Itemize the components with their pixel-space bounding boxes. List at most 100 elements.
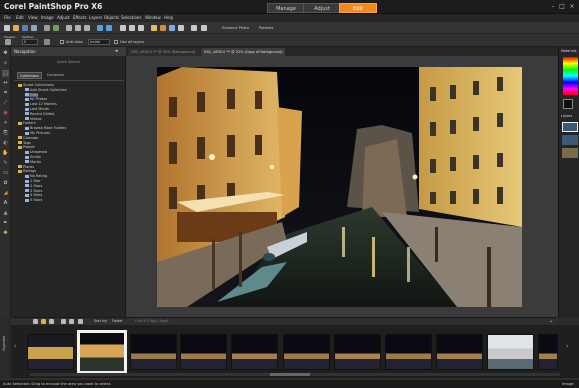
menu-view[interactable]: View bbox=[28, 15, 38, 20]
filter-input[interactable]: Find X-Y-Tags (Tags) bbox=[135, 319, 168, 323]
tree-item[interactable]: 5 Stars bbox=[25, 198, 42, 202]
tab-adjust[interactable]: Adjust bbox=[303, 3, 341, 13]
tree-group[interactable]: Tags bbox=[18, 141, 31, 145]
collapse-icon[interactable]: ◂ bbox=[115, 48, 118, 54]
redo-icon[interactable] bbox=[106, 25, 112, 31]
open-icon[interactable] bbox=[13, 25, 19, 31]
antialias-checkbox[interactable] bbox=[60, 40, 64, 44]
tree-item[interactable]: Add Smart Collection bbox=[25, 88, 67, 92]
quick-search-input[interactable]: Quick Search bbox=[57, 60, 80, 64]
paint-brush-icon[interactable]: ✎ bbox=[2, 160, 9, 167]
thumbnail[interactable] bbox=[180, 334, 227, 370]
enhance-photo-menu[interactable]: Enhance Photo bbox=[222, 26, 249, 30]
scrollbar-thumb[interactable] bbox=[270, 373, 310, 376]
maximize-icon[interactable]: □ bbox=[558, 3, 566, 10]
undo-icon[interactable] bbox=[97, 25, 103, 31]
delete-icon[interactable] bbox=[69, 319, 74, 324]
rotate-right-icon[interactable] bbox=[138, 25, 144, 31]
presets-dropdown-icon[interactable] bbox=[5, 39, 11, 45]
tree-item[interactable]: My Pictures bbox=[25, 131, 50, 135]
layer-thumbnail[interactable] bbox=[562, 122, 578, 132]
tree-group[interactable]: People bbox=[18, 145, 35, 149]
tree-item[interactable]: Unnamed bbox=[25, 150, 47, 154]
tree-item[interactable]: Recent Edited bbox=[25, 112, 54, 116]
tab-edit[interactable]: Edit bbox=[339, 3, 377, 13]
thumbnail[interactable] bbox=[27, 334, 74, 370]
smart-fix-icon[interactable] bbox=[160, 25, 166, 31]
print-icon[interactable] bbox=[44, 25, 50, 31]
tab-collections[interactable]: Collections bbox=[17, 72, 42, 79]
rotate-left-icon[interactable] bbox=[129, 25, 135, 31]
thumbnail[interactable] bbox=[334, 334, 381, 370]
selection-mode-icon[interactable] bbox=[44, 39, 50, 45]
dodge-tool-icon[interactable]: ◐ bbox=[2, 140, 9, 147]
crop-tool-icon[interactable]: ⌗ bbox=[2, 90, 9, 97]
feather-input[interactable]: 0 bbox=[22, 39, 38, 45]
thumbnail[interactable] bbox=[436, 334, 483, 370]
tree-group[interactable]: Smart Collections bbox=[18, 83, 54, 87]
organizer-scrollbar[interactable] bbox=[30, 373, 560, 376]
menu-edit[interactable]: Edit bbox=[16, 15, 24, 20]
menu-selections[interactable]: Selections bbox=[121, 15, 142, 20]
thumbnail-size-icon[interactable] bbox=[49, 319, 54, 324]
tree-group[interactable]: Folders bbox=[18, 121, 36, 125]
use-all-layers-checkbox[interactable] bbox=[114, 40, 118, 44]
new-icon[interactable] bbox=[4, 25, 10, 31]
tree-item[interactable]: Last Month bbox=[25, 107, 49, 111]
warp-brush-icon[interactable]: ✺ bbox=[2, 230, 9, 237]
menu-window[interactable]: Window bbox=[145, 15, 161, 20]
minimize-icon[interactable]: – bbox=[549, 3, 557, 10]
histogram-icon[interactable] bbox=[178, 25, 184, 31]
doc-tab-background[interactable]: DSC_4635.0 ** @ 30% (Background) bbox=[128, 48, 200, 56]
share-icon[interactable] bbox=[53, 25, 59, 31]
pen-tool-icon[interactable]: ✒ bbox=[2, 220, 9, 227]
makeover-tool-icon[interactable]: ✧ bbox=[2, 120, 9, 127]
pan-tool-icon[interactable]: ✥ bbox=[2, 50, 9, 57]
thumbnail[interactable] bbox=[487, 334, 534, 370]
tree-item[interactable]: Martin bbox=[25, 160, 41, 164]
picture-tube-icon[interactable]: ✿ bbox=[2, 180, 9, 187]
tree-item[interactable]: Videos bbox=[25, 117, 42, 121]
thumbnail[interactable] bbox=[231, 334, 278, 370]
resize-icon[interactable] bbox=[191, 25, 197, 31]
cut-icon[interactable] bbox=[66, 25, 72, 31]
tree-item[interactable]: Browse More Folders bbox=[25, 126, 66, 130]
layer-thumbnail[interactable] bbox=[562, 148, 578, 158]
scroll-right-icon[interactable]: › bbox=[566, 343, 568, 350]
save-as-icon[interactable] bbox=[31, 25, 37, 31]
tree-group[interactable]: Calendar bbox=[18, 136, 39, 140]
thumbnail-selected[interactable] bbox=[77, 330, 127, 374]
tab-manage[interactable]: Manage bbox=[267, 3, 305, 13]
tree-group[interactable]: Ratings bbox=[18, 169, 36, 173]
tree-item[interactable]: No Rating bbox=[25, 174, 47, 178]
tree-group[interactable]: Places bbox=[18, 165, 34, 169]
layer-thumbnail[interactable] bbox=[562, 135, 578, 145]
thumbnail[interactable] bbox=[283, 334, 330, 370]
doc-tab-copy-of-background[interactable]: DSC_4635.0 ** @ 22% (Copy of Background) bbox=[201, 48, 285, 56]
folder-icon[interactable] bbox=[41, 319, 46, 324]
menu-file[interactable]: File bbox=[4, 15, 11, 20]
rotate-icon[interactable] bbox=[61, 319, 66, 324]
tree-item[interactable]: 4 Stars bbox=[25, 193, 42, 197]
color-balance-icon[interactable] bbox=[169, 25, 175, 31]
canvas-size-icon[interactable] bbox=[201, 25, 207, 31]
red-eye-tool-icon[interactable]: ◉ bbox=[2, 110, 9, 117]
menu-image[interactable]: Image bbox=[41, 15, 54, 20]
thumbnail[interactable] bbox=[130, 334, 177, 370]
save-icon[interactable] bbox=[22, 25, 28, 31]
paste-icon[interactable] bbox=[84, 25, 90, 31]
tree-item[interactable]: Grey bbox=[25, 92, 39, 97]
text-tool-icon[interactable]: A bbox=[2, 200, 9, 207]
collapse-organizer-icon[interactable]: ⌄ bbox=[549, 318, 553, 324]
menu-objects[interactable]: Objects bbox=[104, 15, 119, 20]
sort-select[interactable]: Folder bbox=[112, 319, 123, 323]
thumbnail[interactable] bbox=[538, 334, 558, 370]
tab-computer[interactable]: Computer bbox=[43, 72, 68, 79]
tree-item[interactable]: All Photos bbox=[25, 97, 47, 101]
one-step-fix-icon[interactable] bbox=[151, 25, 157, 31]
menu-help[interactable]: Help bbox=[164, 15, 173, 20]
clone-brush-icon[interactable]: ⎘ bbox=[2, 130, 9, 137]
tree-item[interactable]: 3 Stars bbox=[25, 189, 42, 193]
menu-effects[interactable]: Effects bbox=[73, 15, 87, 20]
menu-adjust[interactable]: Adjust bbox=[57, 15, 70, 20]
